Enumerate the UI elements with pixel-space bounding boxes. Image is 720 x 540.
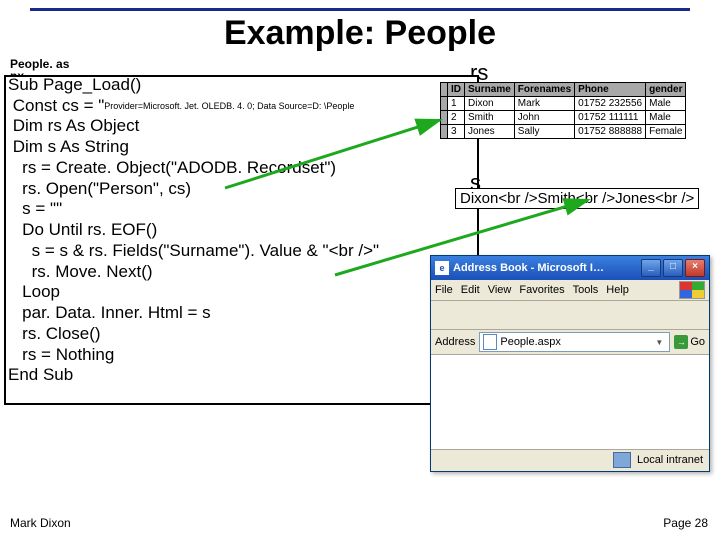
table-row: 3JonesSally01752 888888Female <box>441 125 686 139</box>
page-icon <box>483 334 497 350</box>
intranet-icon <box>613 452 631 468</box>
menu-help[interactable]: Help <box>606 284 629 296</box>
slide-title: Example: People <box>0 14 720 53</box>
browser-toolbar <box>431 301 709 330</box>
menu-file[interactable]: File <box>435 284 453 296</box>
maximize-button[interactable]: □ <box>663 259 683 277</box>
browser-statusbar: Local intranet <box>431 450 709 470</box>
s-value-box: Dixon<br />Smith<br />Jones<br /> <box>455 188 699 209</box>
menu-view[interactable]: View <box>488 284 512 296</box>
data-table: IDSurnameForenamesPhonegender 1DixonMark… <box>440 82 686 139</box>
browser-content <box>431 355 709 450</box>
table-header: Surname <box>465 83 515 97</box>
browser-titlebar: e Address Book - Microsoft I… _ □ × <box>431 256 709 280</box>
browser-title: Address Book - Microsoft I… <box>453 262 604 274</box>
ie-icon: e <box>435 261 449 275</box>
address-bar: Address People.aspx ▼ → Go <box>431 330 709 355</box>
browser-menubar: File Edit View Favorites Tools Help <box>431 280 709 301</box>
menu-favorites[interactable]: Favorites <box>519 284 564 296</box>
code-listing: Sub Page_Load() Const cs = "Provider=Mic… <box>8 75 488 386</box>
footer-page: Page 28 <box>663 516 708 530</box>
table-row: 2SmithJohn01752 111111Male <box>441 111 686 125</box>
go-arrow-icon: → <box>674 335 688 349</box>
address-dropdown-icon[interactable]: ▼ <box>652 338 666 347</box>
close-button[interactable]: × <box>685 259 705 277</box>
address-value: People.aspx <box>500 336 561 348</box>
browser-window: e Address Book - Microsoft I… _ □ × File… <box>430 255 710 472</box>
menu-edit[interactable]: Edit <box>461 284 480 296</box>
windows-logo-icon <box>679 281 705 299</box>
menu-tools[interactable]: Tools <box>573 284 599 296</box>
status-text: Local intranet <box>637 454 703 466</box>
table-header: ID <box>448 83 465 97</box>
table-row: 1DixonMark01752 232556Male <box>441 97 686 111</box>
minimize-button[interactable]: _ <box>641 259 661 277</box>
address-input[interactable]: People.aspx ▼ <box>479 332 670 352</box>
table-header: Forenames <box>514 83 574 97</box>
go-button[interactable]: → Go <box>674 335 705 349</box>
table-header <box>441 83 448 97</box>
table-header: Phone <box>575 83 646 97</box>
address-label: Address <box>435 336 475 348</box>
table-header: gender <box>646 83 686 97</box>
footer-author: Mark Dixon <box>10 516 71 530</box>
